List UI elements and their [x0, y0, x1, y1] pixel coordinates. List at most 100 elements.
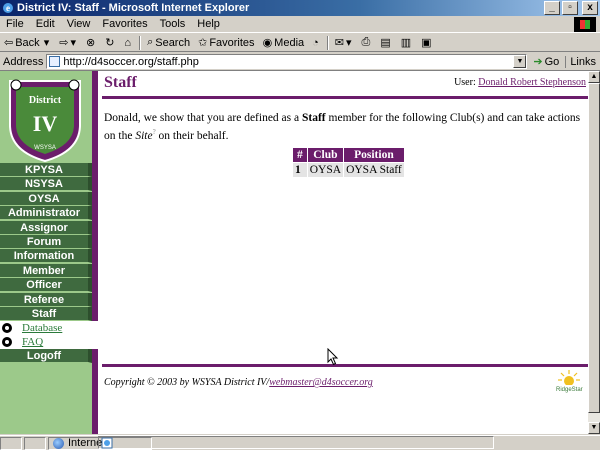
- sidebar-item-member[interactable]: Member: [0, 263, 92, 278]
- favorites-star-icon: ✩: [198, 37, 208, 49]
- page-done-icon: [101, 437, 113, 448]
- status-pane-progress: [0, 436, 22, 450]
- district-iv-logo[interactable]: District IV WSYSA: [4, 75, 86, 163]
- sidebar-item-staff[interactable]: Staff: [0, 306, 92, 321]
- messenger-icon: ▣: [421, 37, 432, 49]
- webmaster-email-link[interactable]: webmaster@d4soccer.org: [269, 377, 373, 388]
- sidebar-item-oysa[interactable]: OYSA: [0, 191, 92, 206]
- dropdown-arrow-icon: ▾: [43, 37, 50, 49]
- media-label: Media: [274, 36, 305, 49]
- column-header-position: Position: [343, 147, 405, 163]
- row-position: OYSA Staff: [343, 162, 405, 178]
- sidebar-item-administrator[interactable]: Administrator: [0, 206, 92, 221]
- address-input[interactable]: http://d4soccer.org/staff.php ▼: [46, 54, 528, 69]
- status-bar: Internet: [0, 435, 600, 450]
- message-text-3: on their behalf.: [155, 129, 229, 142]
- column-header-number: #: [292, 147, 308, 163]
- forward-button[interactable]: ⇨ ▾: [55, 35, 82, 51]
- refresh-button[interactable]: ↻: [101, 35, 120, 51]
- database-link[interactable]: Database: [22, 322, 62, 334]
- menu-view[interactable]: View: [61, 18, 97, 30]
- vertical-scrollbar[interactable]: ▲ ▼: [588, 70, 600, 434]
- maximize-button[interactable]: ▫: [562, 1, 578, 15]
- history-button[interactable]: ◔: [308, 35, 325, 51]
- soccer-ball-icon: [2, 323, 12, 334]
- links-button[interactable]: Links: [565, 55, 600, 68]
- go-button[interactable]: ➔ Go: [527, 55, 565, 69]
- address-url: http://d4soccer.org/staff.php: [63, 55, 199, 68]
- page-viewport: District IV WSYSA KPYSA NSYSA OYSA Admin…: [0, 70, 588, 434]
- row-number: 1: [292, 162, 308, 178]
- ridgestar-logo[interactable]: RidgeStar: [556, 369, 583, 393]
- sidebar-item-nsysa[interactable]: NSYSA: [0, 177, 92, 192]
- favorites-button[interactable]: ✩ Favorites: [194, 35, 258, 51]
- history-icon: ◔: [312, 36, 319, 49]
- mouse-cursor-icon: [327, 348, 339, 366]
- scroll-thumb[interactable]: [588, 83, 600, 413]
- sponsor-name: RidgeStar: [556, 387, 583, 393]
- main-content: Staff User: Donald Robert Stephenson Don…: [98, 71, 588, 434]
- message-site: Site: [135, 129, 153, 142]
- mail-icon: ✉: [334, 37, 345, 49]
- minimize-button[interactable]: _: [544, 1, 560, 15]
- scroll-up-button[interactable]: ▲: [588, 71, 600, 83]
- menu-edit[interactable]: Edit: [30, 18, 61, 30]
- sidebar-item-forum[interactable]: Forum: [0, 234, 92, 249]
- address-dropdown-button[interactable]: ▼: [513, 55, 527, 68]
- internet-globe-icon: [53, 437, 64, 449]
- print-button[interactable]: ⎙: [358, 35, 377, 51]
- menu-help[interactable]: Help: [191, 18, 226, 30]
- sun-icon: [558, 370, 580, 386]
- media-icon: ◉: [262, 37, 273, 49]
- address-bar: Address http://d4soccer.org/staff.php ▼ …: [0, 53, 600, 70]
- home-icon: ⌂: [124, 36, 132, 49]
- status-pane-security: [24, 436, 46, 450]
- edit-button[interactable]: ▤: [376, 35, 396, 51]
- messenger-button[interactable]: ▣: [417, 35, 437, 51]
- browser-window: e District IV: Staff - Microsoft Interne…: [0, 0, 600, 450]
- search-button[interactable]: ⌕ Search: [143, 35, 194, 51]
- sidebar-item-assignor[interactable]: Assignor: [0, 220, 92, 235]
- media-button[interactable]: ◉ Media: [259, 35, 309, 51]
- close-button[interactable]: x: [582, 1, 598, 15]
- footer-divider: [102, 364, 588, 367]
- back-label: Back: [15, 36, 40, 49]
- go-label: Go: [544, 55, 560, 68]
- logo-bottom-text: WSYSA: [34, 145, 56, 151]
- faq-link[interactable]: FAQ: [22, 336, 43, 348]
- user-label: User:: [454, 77, 476, 88]
- row-club: OYSA: [306, 162, 345, 178]
- logo-top-text: District: [29, 95, 62, 106]
- sidebar-item-referee[interactable]: Referee: [0, 292, 92, 307]
- menu-tools[interactable]: Tools: [154, 18, 192, 30]
- sidebar-subitem-database: Database: [0, 321, 110, 336]
- menu-file[interactable]: File: [0, 18, 30, 30]
- menu-bar: File Edit View Favorites Tools Help: [0, 16, 600, 33]
- forward-arrow-icon: ⇨: [59, 37, 69, 49]
- menu-favorites[interactable]: Favorites: [96, 18, 153, 30]
- stop-button[interactable]: ⊗: [82, 35, 101, 51]
- scroll-down-button[interactable]: ▼: [588, 422, 600, 434]
- home-button[interactable]: ⌂: [120, 35, 137, 51]
- windows-logo-icon: [574, 16, 596, 32]
- table-header-row: # Club Position: [292, 147, 405, 163]
- sidebar-nav: KPYSA NSYSA OYSA Administrator Assignor …: [0, 163, 110, 364]
- internet-explorer-icon: e: [3, 3, 13, 13]
- sidebar-item-information[interactable]: Information: [0, 249, 92, 264]
- user-info: User: Donald Robert Stephenson: [454, 77, 586, 88]
- go-arrow-icon: ➔: [533, 56, 543, 68]
- discuss-icon: ▥: [400, 37, 412, 49]
- user-name-link[interactable]: Donald Robert Stephenson: [478, 77, 586, 88]
- sidebar-item-officer[interactable]: Officer: [0, 278, 92, 293]
- page-title: Staff: [104, 74, 137, 91]
- sidebar-item-logoff[interactable]: Logoff: [0, 349, 92, 364]
- clubs-table: # Club Position 1 OYSA OYSA Staff: [292, 147, 405, 178]
- sidebar-item-kpysa[interactable]: KPYSA: [0, 163, 92, 177]
- discuss-button[interactable]: ▥: [397, 35, 417, 51]
- search-label: Search: [155, 36, 191, 49]
- print-icon: ⎙: [361, 36, 371, 48]
- back-button[interactable]: ⇦ Back ▾: [0, 35, 55, 51]
- mail-button[interactable]: ✉ ▾: [331, 35, 358, 51]
- address-label: Address: [3, 55, 44, 68]
- table-row: 1 OYSA OYSA Staff: [292, 162, 405, 178]
